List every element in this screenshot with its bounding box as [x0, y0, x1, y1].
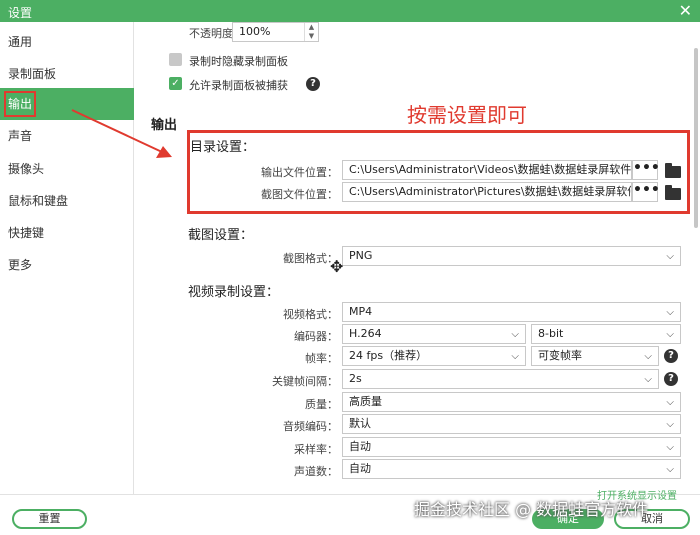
chevron-down-icon: ⌵ [666, 442, 674, 453]
scrollbar[interactable] [694, 48, 698, 228]
chevron-down-icon: ⌵ [666, 397, 674, 408]
screenshot-path-label: 截图文件位置： [261, 188, 338, 201]
chevron-down-icon: ⌵ [511, 351, 519, 362]
screenshot-section-title: 截图设置： [188, 228, 254, 243]
output-folder-icon[interactable] [665, 163, 681, 178]
output-path-field[interactable]: C:\Users\Administrator\Videos\数据蛙\数据蛙录屏软… [342, 160, 632, 180]
reset-button[interactable]: 重置 [12, 509, 87, 529]
directory-section-title: 目录设置： [190, 140, 256, 155]
keyframe-help-icon[interactable]: ? [664, 372, 678, 386]
opacity-value: 100% [239, 25, 271, 38]
chevron-down-icon: ⌵ [511, 329, 519, 340]
watermark: 掘金技术社区 @ 数据蛙官方软件 [414, 500, 649, 519]
video-format-select[interactable]: MP4 ⌵ [342, 302, 681, 322]
hide-panel-checkbox[interactable] [169, 53, 182, 66]
chevron-down-icon: ⌵ [666, 251, 674, 262]
video-format-label: 视频格式： [283, 308, 338, 321]
fps-mode-select[interactable]: 可变帧率 ⌵ [531, 346, 659, 366]
sample-rate-select[interactable]: 自动 ⌵ [342, 437, 681, 457]
output-heading: 输出 [151, 118, 178, 133]
hide-panel-label: 录制时隐藏录制面板 [189, 55, 288, 68]
stepper-arrows-icon[interactable]: ▲ ▼ [304, 23, 318, 41]
channels-select[interactable]: 自动 ⌵ [342, 459, 681, 479]
screenshot-path-browse-button[interactable]: ••• [632, 182, 660, 202]
audio-codec-select[interactable]: 默认 ⌵ [342, 414, 681, 434]
quality-label: 质量： [305, 398, 338, 411]
keyframe-select[interactable]: 2s ⌵ [342, 369, 659, 389]
screenshot-format-select[interactable]: PNG ⌵ [342, 246, 681, 266]
chevron-down-icon: ⌵ [666, 464, 674, 475]
check-icon: ✓ [171, 78, 180, 89]
chevron-down-icon: ⌵ [666, 329, 674, 340]
fps-select[interactable]: 24 fps（推荐） ⌵ [342, 346, 526, 366]
output-path-browse-button[interactable]: ••• [632, 160, 660, 180]
screenshot-format-label: 截图格式： [283, 252, 338, 265]
audio-codec-label: 音频编码： [283, 420, 338, 433]
video-section-title: 视频录制设置： [188, 285, 280, 300]
chevron-down-icon: ⌵ [666, 419, 674, 430]
screenshot-path-field[interactable]: C:\Users\Administrator\Pictures\数据蛙\数据蛙录… [342, 182, 632, 202]
chevron-down-icon: ⌵ [644, 351, 652, 362]
capture-panel-checkbox[interactable]: ✓ [169, 77, 182, 90]
encoder-select[interactable]: H.264 ⌵ [342, 324, 526, 344]
encoder-label: 编码器： [294, 330, 338, 343]
move-cursor-icon: ✥ [330, 257, 344, 276]
channels-label: 声道数： [294, 465, 338, 478]
opacity-stepper[interactable]: 100% ▲ ▼ [232, 22, 319, 42]
annotation-text: 按需设置即可 [407, 103, 527, 127]
capture-panel-label: 允许录制面板被捕获 [189, 79, 288, 92]
chevron-down-icon: ⌵ [644, 374, 652, 385]
sample-rate-label: 采样率： [294, 443, 338, 456]
screenshot-folder-icon[interactable] [665, 185, 681, 200]
fps-help-icon[interactable]: ? [664, 349, 678, 363]
output-path-label: 输出文件位置： [261, 166, 338, 179]
chevron-down-icon: ⌵ [666, 307, 674, 318]
quality-select[interactable]: 高质量 ⌵ [342, 392, 681, 412]
fps-label: 帧率： [305, 352, 338, 365]
help-icon[interactable]: ? [306, 77, 320, 91]
keyframe-label: 关键帧间隔： [272, 375, 338, 388]
bitdepth-select[interactable]: 8-bit ⌵ [531, 324, 681, 344]
